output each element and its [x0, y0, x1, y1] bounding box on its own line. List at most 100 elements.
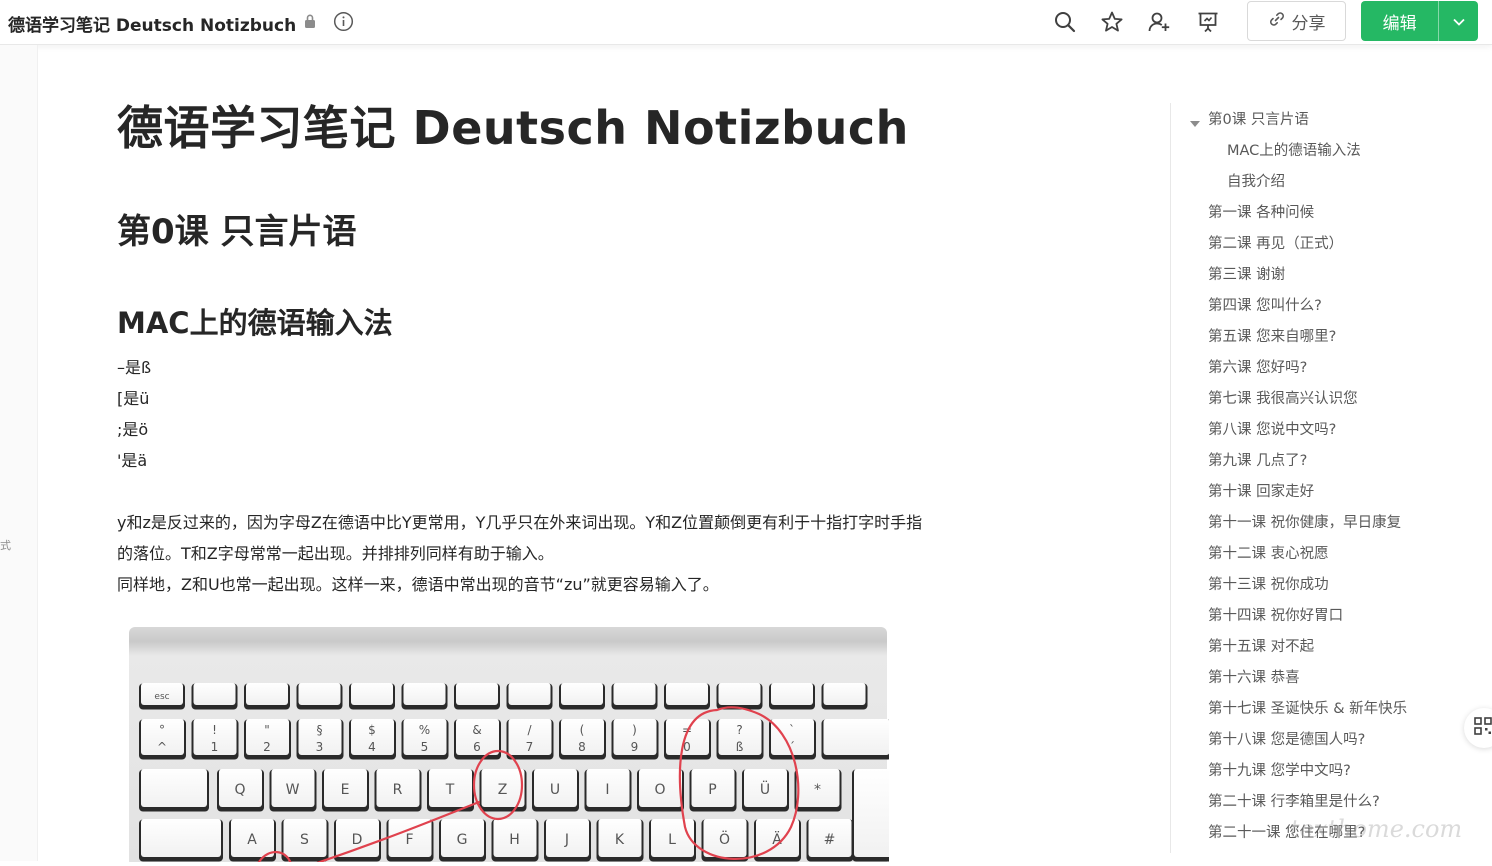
- toc-item[interactable]: 第三课 谢谢: [1208, 263, 1285, 284]
- document-title: 德语学习笔记 Deutsch Notizbuch: [117, 101, 909, 155]
- toc-item[interactable]: 第八课 您说中文吗?: [1208, 418, 1336, 439]
- section-heading: MAC上的德语输入法: [117, 306, 393, 340]
- key-label: Z: [498, 782, 508, 798]
- presentation-icon[interactable]: [1196, 10, 1220, 34]
- edit-button[interactable]: 编辑: [1361, 1, 1438, 41]
- letter-key: #: [806, 819, 854, 862]
- toc-item[interactable]: 第七课 我很高兴认识您: [1208, 387, 1358, 408]
- function-key: [559, 683, 605, 710]
- toc-item[interactable]: 自我介绍: [1227, 170, 1285, 191]
- letter-key: Ö: [701, 819, 749, 862]
- letter-key: J: [544, 819, 591, 862]
- toc-item[interactable]: 第十六课 恭喜: [1208, 666, 1300, 687]
- watermark: texthome.com: [1290, 815, 1463, 843]
- toc-item[interactable]: 第十七课 圣诞快乐 & 新年快乐: [1208, 697, 1407, 718]
- key-label: A: [247, 832, 257, 848]
- key-label: `: [789, 723, 795, 737]
- gutter-fragment: 式: [0, 539, 11, 552]
- toc-item[interactable]: 第十二课 衷心祝愿: [1208, 542, 1329, 563]
- number-key: "2: [244, 719, 291, 760]
- letter-key: Q: [217, 769, 264, 812]
- key-label: H: [509, 832, 520, 848]
- key-label: %: [419, 723, 430, 737]
- function-key: [611, 683, 658, 710]
- toc-item[interactable]: 第九课 几点了?: [1208, 449, 1307, 470]
- toc-item[interactable]: 第六课 您好吗?: [1208, 356, 1307, 377]
- number-key: §3: [296, 719, 344, 760]
- function-key: esc: [139, 683, 185, 710]
- share-button[interactable]: 分享: [1247, 1, 1346, 41]
- toc-item[interactable]: 第十五课 对不起: [1208, 635, 1314, 656]
- toc-item[interactable]: 第四课 您叫什么?: [1208, 294, 1322, 315]
- key-label: #: [824, 832, 836, 848]
- key-label: ß: [736, 740, 744, 754]
- key-label: I: [605, 782, 609, 798]
- star-icon[interactable]: [1100, 10, 1124, 34]
- letter-key: G: [439, 819, 486, 862]
- add-collaborator-icon[interactable]: [1147, 10, 1171, 34]
- number-key: )9: [611, 719, 659, 760]
- key-label: *: [814, 782, 821, 798]
- key-label: 3: [316, 740, 324, 754]
- key-label: $: [368, 723, 376, 737]
- letter-key: P: [689, 769, 737, 812]
- toc-item[interactable]: 第十一课 祝你健康，早日康复: [1208, 511, 1401, 532]
- toc-item[interactable]: 第十课 回家走好: [1208, 480, 1314, 501]
- key-label: ?: [736, 723, 742, 737]
- key-label: P: [708, 782, 716, 798]
- key-label: !: [212, 723, 217, 737]
- key-label: 5: [421, 740, 429, 754]
- toc-item[interactable]: 第二十课 行李箱里是什么?: [1208, 790, 1380, 811]
- key-label: K: [615, 832, 625, 848]
- letter-key: W: [269, 769, 317, 812]
- search-icon[interactable]: [1053, 10, 1077, 34]
- mapping-line: ;是ö: [117, 420, 149, 439]
- toc-item[interactable]: 第0课 只言片语: [1208, 108, 1309, 129]
- number-key: =0: [664, 719, 711, 760]
- toc-item[interactable]: 第十八课 您是德国人吗?: [1208, 728, 1365, 749]
- toc-item[interactable]: 第十四课 祝你好胃口: [1208, 604, 1343, 625]
- key-label: ): [632, 723, 637, 737]
- function-key: [244, 683, 290, 710]
- info-icon[interactable]: [333, 11, 354, 36]
- function-key: [296, 683, 343, 710]
- number-key: ?ß: [716, 719, 764, 760]
- paragraph-line: 的落位。T和Z字母常常一起出现。并排排列同样有助于输入。: [117, 544, 554, 563]
- backspace-key: [821, 719, 892, 760]
- letter-key: T: [427, 769, 474, 812]
- number-key: (8: [559, 719, 606, 760]
- tab-key: [139, 769, 209, 812]
- letter-key: I: [584, 769, 632, 812]
- function-key: [716, 683, 763, 710]
- function-key: [454, 683, 500, 710]
- mapping-line: '是ä: [117, 451, 148, 470]
- key-label: 1: [211, 740, 219, 754]
- edit-dropdown-button[interactable]: [1438, 1, 1478, 41]
- toc-item[interactable]: 第一课 各种问候: [1208, 201, 1314, 222]
- link-icon: [1268, 10, 1286, 33]
- toc-item[interactable]: 第五课 您来自哪里?: [1208, 325, 1336, 346]
- key-label: D: [352, 832, 363, 848]
- toc-item[interactable]: 第十九课 您学中文吗?: [1208, 759, 1351, 780]
- caret-down-icon[interactable]: [1190, 113, 1200, 132]
- key-label: S: [300, 832, 309, 848]
- function-key: [349, 683, 395, 710]
- key-label: Ö: [719, 830, 730, 848]
- key-label: O: [654, 782, 665, 798]
- letter-key: A: [229, 819, 276, 862]
- letter-key: O: [637, 769, 684, 812]
- lesson-heading: 第0课 只言片语: [117, 212, 357, 252]
- letter-key: E: [322, 769, 369, 812]
- key-label: F: [405, 832, 413, 848]
- keyboard-image: esc ° ^! 1 " 2 § 3 $4% 5 & 6/7(8) 9 = 0? ß ` ´ Q W E R T Z U I O P Ü…: [129, 622, 896, 866]
- qr-code-icon: [1474, 717, 1492, 739]
- qr-code-button[interactable]: [1464, 708, 1492, 748]
- doc-title: 德语学习笔记 Deutsch Notizbuch: [8, 16, 297, 36]
- mapping-line: [是ü: [117, 389, 150, 408]
- toc-item[interactable]: 第二课 再见（正式）: [1208, 232, 1343, 253]
- key-label: 4: [368, 740, 376, 754]
- toc-item[interactable]: 第十三课 祝你成功: [1208, 573, 1329, 594]
- toc-item[interactable]: MAC上的德语输入法: [1227, 139, 1361, 160]
- explanation-paragraph: y和z是反过来的，因为字母Z在德语中比Y更常用，Y几乎只在外来词出现。Y和Z位置…: [117, 507, 1077, 600]
- number-key: $4: [349, 719, 396, 760]
